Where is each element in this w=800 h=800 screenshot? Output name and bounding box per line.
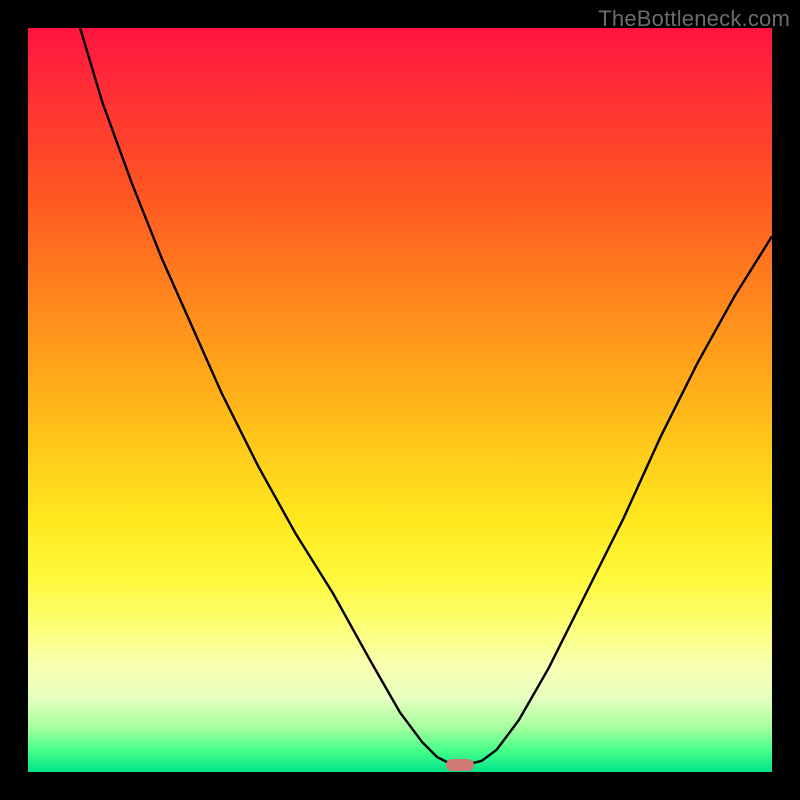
plot-area	[28, 28, 772, 772]
bottleneck-curve-path	[80, 28, 772, 765]
curve-svg	[28, 28, 772, 772]
minimum-marker	[446, 759, 474, 771]
chart-frame: TheBottleneck.com	[0, 0, 800, 800]
